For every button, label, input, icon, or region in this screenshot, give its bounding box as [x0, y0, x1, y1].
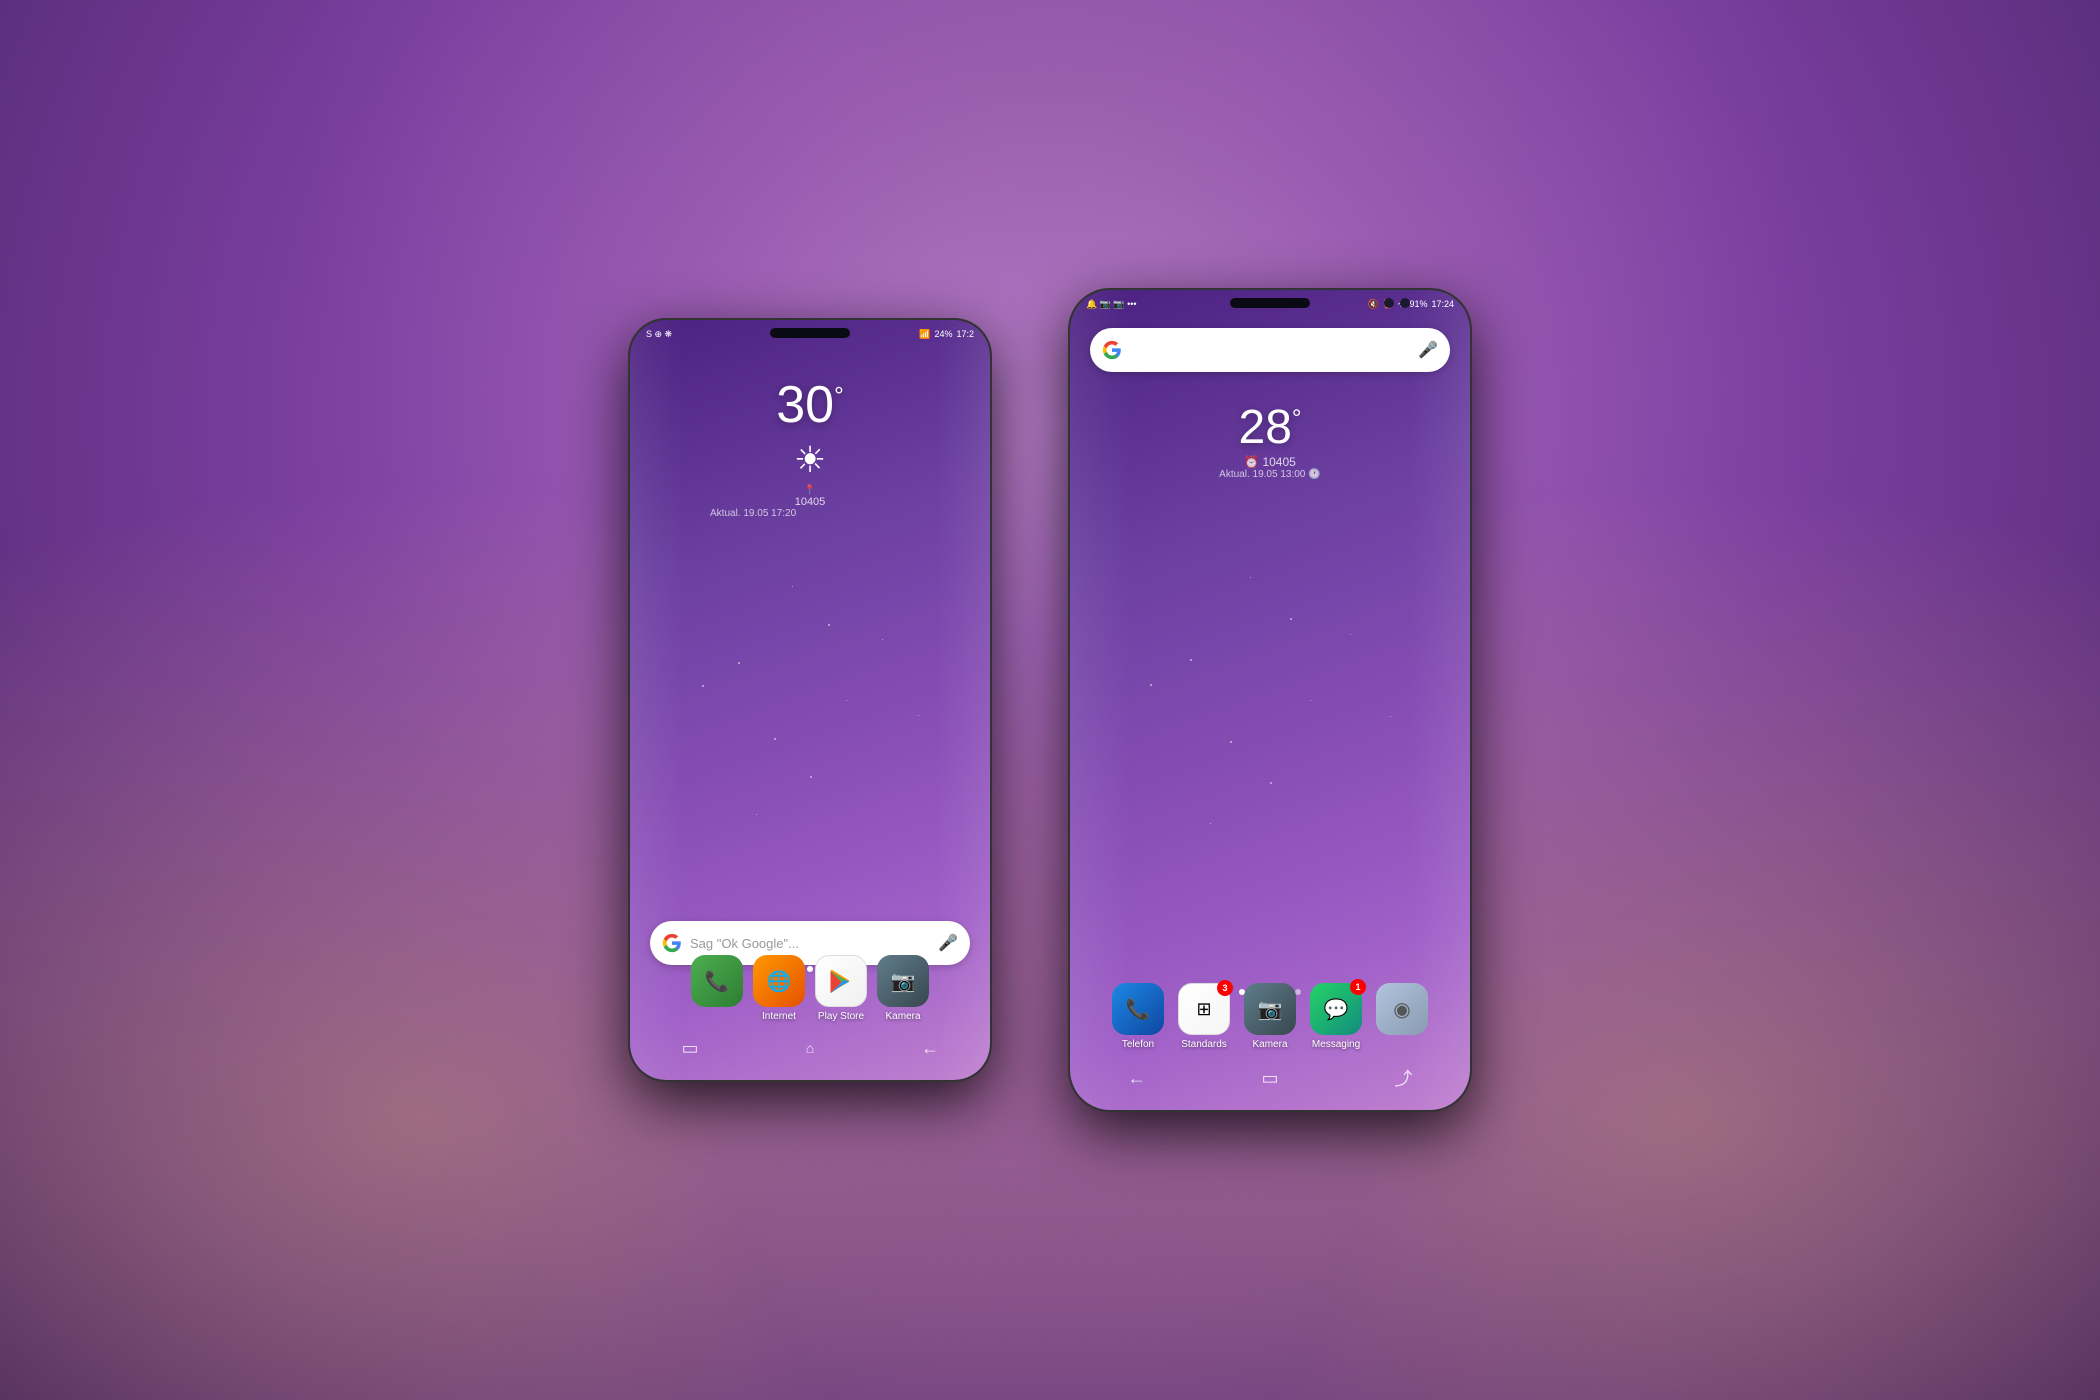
playstore-label: Play Store [818, 1011, 864, 1022]
left-recent-btn[interactable]: ▭ [670, 1028, 710, 1068]
left-sun-icon: ☀ [710, 439, 910, 481]
left-dock-internet[interactable]: 🌐 Internet [753, 955, 805, 1022]
left-status-left: S ⊕ ❋ [646, 329, 672, 340]
right-google-logo [1102, 340, 1122, 360]
left-dock-playstore[interactable]: Play Store [815, 955, 867, 1022]
right-camera-label: Kamera [1252, 1039, 1287, 1050]
internet-app-icon[interactable]: 🌐 [753, 955, 805, 1007]
right-dock-telefon[interactable]: 📞 Telefon [1112, 983, 1164, 1050]
left-search-placeholder: Sag "Ok Google"... [690, 936, 938, 951]
right-dock-messaging[interactable]: 💬 1 Messaging [1310, 983, 1362, 1050]
right-earpiece [1230, 298, 1310, 308]
left-dock-phone[interactable]: 📞 [691, 955, 743, 1022]
standards-label: Standards [1181, 1039, 1227, 1050]
telefon-label: Telefon [1122, 1039, 1154, 1050]
left-wifi-icon: 📶 [919, 329, 930, 340]
internet-label: Internet [762, 1011, 796, 1022]
left-location-code: 10405 [710, 496, 910, 508]
right-status-right: 🔇 ⏰ ✈ 91% 17:24 [1367, 299, 1454, 310]
messaging-badge: 1 [1350, 979, 1366, 995]
right-recent-btn[interactable]: ▭ [1250, 1058, 1290, 1098]
right-battery-text: 91% [1409, 299, 1427, 309]
left-phone-wrapper: S ⊕ ❋ 📶 24% 17:2 30° ☀ 📍 10405 [630, 320, 990, 1080]
left-dock: 📞 🌐 Internet [630, 955, 990, 1022]
extra-app-icon[interactable]: ◉ [1376, 983, 1428, 1035]
camera-app-icon[interactable]: 📷 [877, 955, 929, 1007]
scene: S ⊕ ❋ 📶 24% 17:2 30° ☀ 📍 10405 [0, 0, 2100, 1400]
right-phone-wrapper: 🔔 📷 📷 ••• 🔇 ⏰ ✈ 91% 17:24 [1070, 290, 1470, 1110]
play-store-triangle [827, 967, 855, 995]
right-dock: 📞 Telefon ⊞ 3 Standards [1070, 983, 1470, 1050]
left-time: 17:2 [956, 329, 974, 339]
playstore-app-icon[interactable] [815, 955, 867, 1007]
left-nav-bar: ▭ ⌂ ← [630, 1026, 990, 1070]
right-update-time: Aktual. 19.05 13:00 🕐 [1160, 469, 1380, 480]
right-search-bar-top[interactable]: 🎤 [1090, 328, 1450, 372]
right-phone-screen: 🔔 📷 📷 ••• 🔇 ⏰ ✈ 91% 17:24 [1070, 290, 1470, 1110]
phone-app-icon[interactable]: 📞 [691, 955, 743, 1007]
right-temperature: 28° [1160, 400, 1380, 455]
telefon-app-icon[interactable]: 📞 [1112, 983, 1164, 1035]
left-dock-camera[interactable]: 📷 Kamera [877, 955, 929, 1022]
right-time: 17:24 [1431, 299, 1454, 309]
left-battery-text: 24% [934, 329, 952, 339]
standards-app-icon[interactable]: ⊞ 3 [1178, 983, 1230, 1035]
right-extra-btn[interactable]: ⤴ [1383, 1058, 1423, 1098]
left-home-btn[interactable]: ⌂ [790, 1028, 830, 1068]
right-status-icons: 🔔 📷 📷 ••• [1086, 299, 1137, 310]
messaging-label: Messaging [1312, 1039, 1360, 1050]
left-status-right: 📶 24% 17:2 [919, 329, 974, 340]
left-phone: S ⊕ ❋ 📶 24% 17:2 30° ☀ 📍 10405 [630, 320, 990, 1080]
right-mic-icon[interactable]: 🎤 [1418, 340, 1438, 360]
right-status-left: 🔔 📷 📷 ••• [1086, 299, 1137, 310]
google-logo [662, 933, 682, 953]
right-dock-camera[interactable]: 📷 Kamera [1244, 983, 1296, 1050]
camera-label: Kamera [885, 1011, 920, 1022]
left-phone-screen: S ⊕ ❋ 📶 24% 17:2 30° ☀ 📍 10405 [630, 320, 990, 1080]
left-earpiece [770, 328, 850, 338]
left-back-btn[interactable]: ← [910, 1028, 950, 1068]
right-mute-icon: 🔇 [1367, 299, 1378, 310]
right-dock-extra[interactable]: ◉ [1376, 983, 1428, 1050]
right-phone: 🔔 📷 📷 ••• 🔇 ⏰ ✈ 91% 17:24 [1070, 290, 1470, 1110]
right-back-btn[interactable]: ← [1117, 1058, 1157, 1098]
left-location-pin: 📍 [710, 485, 910, 496]
left-temperature: 30° [710, 375, 910, 435]
right-camera-area [1384, 298, 1410, 308]
right-weather-widget: 28° ⏰ 10405 Aktual. 19.05 13:00 🕐 [1160, 400, 1380, 480]
left-mic-icon[interactable]: 🎤 [938, 933, 958, 953]
left-status-icons: S ⊕ ❋ [646, 329, 672, 340]
standards-badge: 3 [1217, 980, 1233, 996]
right-dock-standards[interactable]: ⊞ 3 Standards [1178, 983, 1230, 1050]
messaging-app-icon[interactable]: 💬 1 [1310, 983, 1362, 1035]
right-alarm-weather: ⏰ 10405 [1160, 455, 1380, 469]
right-nav-bar: ← ▭ ⤴ [1070, 1056, 1470, 1100]
left-update-time: Aktual. 19.05 17:20 [710, 508, 910, 519]
left-weather-widget: 30° ☀ 📍 10405 Aktual. 19.05 17:20 [710, 375, 910, 519]
right-camera-app-icon[interactable]: 📷 [1244, 983, 1296, 1035]
